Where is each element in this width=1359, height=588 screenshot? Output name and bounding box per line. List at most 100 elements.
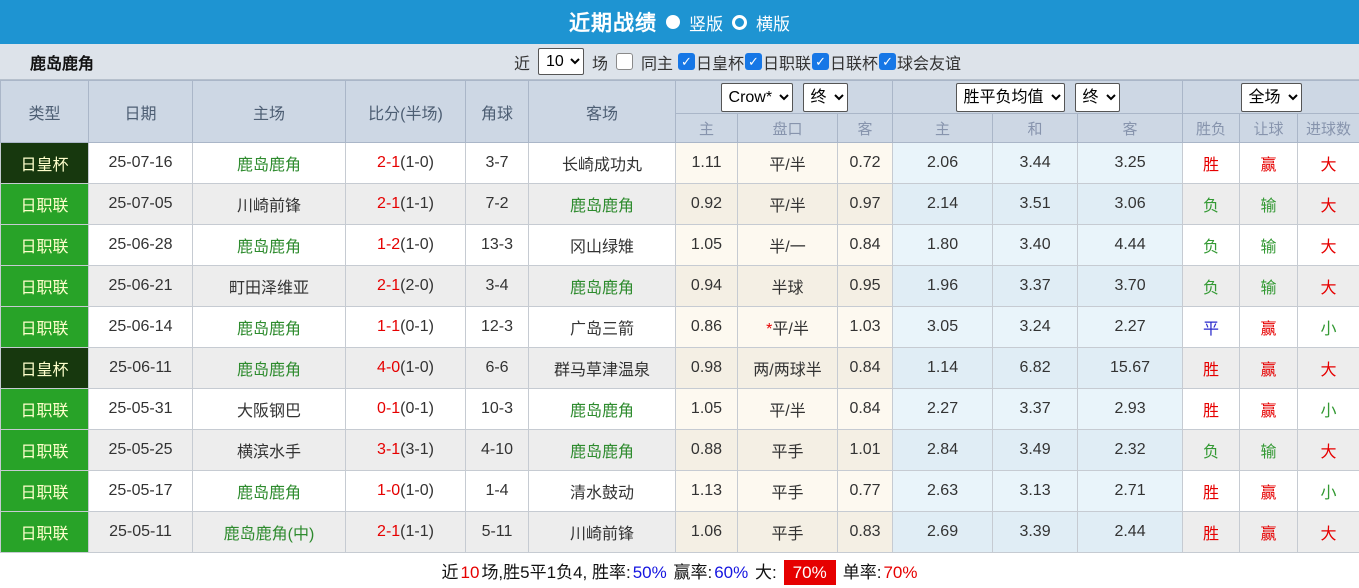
handicap-line: 平手 [738, 512, 838, 553]
competition-label[interactable]: 日职联 [763, 50, 811, 74]
full-time-score: 0-1 [377, 400, 400, 417]
away-team[interactable]: 鹿岛鹿角 [529, 389, 676, 430]
handicap-outcome: 输 [1240, 184, 1298, 225]
odds-away: 0.97 [838, 184, 893, 225]
home-team[interactable]: 鹿岛鹿角 [193, 307, 346, 348]
summary-bar: 近10场,胜5平1负4, 胜率:50% 赢率:60% 大:70%单率:70% [0, 553, 1359, 588]
odds-away: 0.77 [838, 471, 893, 512]
avg-away: 2.44 [1078, 512, 1183, 553]
handicap-outcome: 赢 [1240, 512, 1298, 553]
half-time-score: (1-1) [400, 195, 434, 212]
home-team[interactable]: 川崎前锋 [193, 184, 346, 225]
avg-draw: 3.40 [993, 225, 1078, 266]
match-score: 2-1(1-1) [346, 184, 466, 225]
home-team[interactable]: 大阪钢巴 [193, 389, 346, 430]
match-score: 2-1(1-0) [346, 143, 466, 184]
result-outcome: 负 [1183, 266, 1240, 307]
avg-time-select[interactable]: 终 [1075, 83, 1120, 112]
away-team[interactable]: 长崎成功丸 [529, 143, 676, 184]
horizontal-layout-radio-label[interactable]: 横版 [756, 10, 790, 35]
odds-away: 0.95 [838, 266, 893, 307]
odds-away: 1.03 [838, 307, 893, 348]
away-team[interactable]: 清水鼓动 [529, 471, 676, 512]
match-type-badge: 日职联 [1, 307, 89, 348]
handicap-line: 平手 [738, 430, 838, 471]
odds-home: 0.92 [676, 184, 738, 225]
subheader-goals: 进球数 [1298, 114, 1359, 143]
match-score: 1-1(0-1) [346, 307, 466, 348]
same-home-checkbox[interactable] [616, 53, 633, 70]
away-team[interactable]: 鹿岛鹿角 [529, 430, 676, 471]
subheader-avg-away: 客 [1078, 114, 1183, 143]
match-date: 25-05-31 [89, 389, 193, 430]
recent-label: 近 [514, 50, 530, 74]
odds-away: 0.84 [838, 348, 893, 389]
handicap-text: 平手 [771, 526, 803, 543]
competition-label[interactable]: 日皇杯 [696, 50, 744, 74]
subheader-avg-draw: 和 [993, 114, 1078, 143]
match-score: 0-1(0-1) [346, 389, 466, 430]
avg-home: 1.80 [893, 225, 993, 266]
filter-controls: 近 10 场 同主 ✓日皇杯✓日职联✓日联杯✓球会友谊 [514, 48, 961, 75]
summary-part: 60% [714, 563, 748, 582]
match-score: 4-0(1-0) [346, 348, 466, 389]
radio-unselected-icon[interactable] [732, 15, 747, 30]
full-time-score: 4-0 [377, 359, 400, 376]
corner-score: 3-7 [466, 143, 529, 184]
handicap-text: 平/半 [769, 198, 805, 215]
home-team[interactable]: 鹿岛鹿角 [193, 471, 346, 512]
home-team[interactable]: 鹿岛鹿角 [193, 225, 346, 266]
competition-checkbox[interactable]: ✓ [745, 53, 762, 70]
goals-outcome: 大 [1298, 430, 1359, 471]
column-header-type: 类型 [1, 81, 89, 143]
table-row: 日皇杯25-06-11鹿岛鹿角4-0(1-0)6-6群马草津温泉0.98两/两球… [1, 348, 1359, 389]
result-outcome: 负 [1183, 225, 1240, 266]
match-date: 25-05-17 [89, 471, 193, 512]
table-header: 类型 日期 主场 比分(半场) 角球 客场 Crow* 终 胜平负均值 终 全场 [1, 81, 1359, 143]
summary-part: 场,胜5平1负4, 胜率: [481, 563, 630, 582]
goals-outcome: 小 [1298, 471, 1359, 512]
corner-score: 1-4 [466, 471, 529, 512]
goals-outcome: 大 [1298, 348, 1359, 389]
bookmaker-select[interactable]: Crow* [721, 83, 793, 112]
competition-label[interactable]: 球会友谊 [897, 50, 961, 74]
match-type-badge: 日职联 [1, 266, 89, 307]
vertical-layout-radio-label[interactable]: 竖版 [689, 10, 723, 35]
away-team[interactable]: 冈山绿雉 [529, 225, 676, 266]
home-team[interactable]: 鹿岛鹿角 [193, 348, 346, 389]
table-row: 日职联25-07-05川崎前锋2-1(1-1)7-2鹿岛鹿角0.92平/半0.9… [1, 184, 1359, 225]
avg-home: 1.14 [893, 348, 993, 389]
competition-checkbox[interactable]: ✓ [812, 53, 829, 70]
away-team[interactable]: 群马草津温泉 [529, 348, 676, 389]
period-select[interactable]: 全场 [1241, 83, 1302, 112]
away-team[interactable]: 广岛三箭 [529, 307, 676, 348]
bookmaker-time-select[interactable]: 终 [803, 83, 848, 112]
competition-label[interactable]: 日联杯 [830, 50, 878, 74]
filter-bar: 鹿岛鹿角 近 10 场 同主 ✓日皇杯✓日职联✓日联杯✓球会友谊 [0, 44, 1359, 80]
competition-checkbox[interactable]: ✓ [678, 53, 695, 70]
corner-score: 13-3 [466, 225, 529, 266]
goals-outcome: 大 [1298, 512, 1359, 553]
away-team[interactable]: 鹿岛鹿角 [529, 184, 676, 225]
corner-score: 4-10 [466, 430, 529, 471]
match-date: 25-05-25 [89, 430, 193, 471]
subheader-result: 胜负 [1183, 114, 1240, 143]
result-outcome: 胜 [1183, 471, 1240, 512]
table-row: 日职联25-05-25横滨水手3-1(3-1)4-10鹿岛鹿角0.88平手1.0… [1, 430, 1359, 471]
recent-count-select[interactable]: 10 [538, 48, 584, 75]
handicap-outcome: 赢 [1240, 471, 1298, 512]
odds-home: 1.13 [676, 471, 738, 512]
avg-select[interactable]: 胜平负均值 [956, 83, 1065, 112]
competition-checkbox[interactable]: ✓ [879, 53, 896, 70]
away-team[interactable]: 鹿岛鹿角 [529, 266, 676, 307]
full-time-score: 3-1 [377, 441, 400, 458]
home-team[interactable]: 鹿岛鹿角 [193, 143, 346, 184]
radio-selected-icon[interactable] [666, 15, 680, 29]
table-row: 日职联25-05-11鹿岛鹿角(中)2-1(1-1)5-11川崎前锋1.06平手… [1, 512, 1359, 553]
same-home-label[interactable]: 同主 [641, 50, 673, 74]
away-team[interactable]: 川崎前锋 [529, 512, 676, 553]
corner-score: 10-3 [466, 389, 529, 430]
home-team[interactable]: 横滨水手 [193, 430, 346, 471]
home-team[interactable]: 鹿岛鹿角(中) [193, 512, 346, 553]
home-team[interactable]: 町田泽维亚 [193, 266, 346, 307]
